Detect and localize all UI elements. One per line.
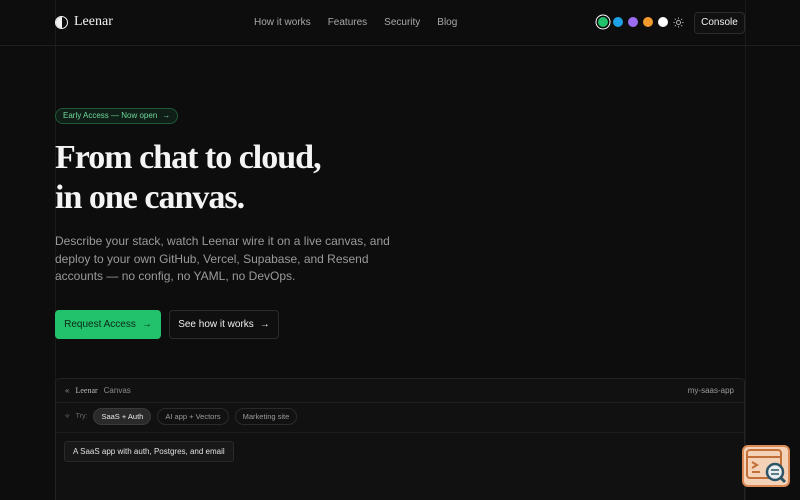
try-label: Try: (75, 413, 88, 420)
hero-subtitle: Describe your stack, watch Leenar wire i… (55, 234, 390, 283)
hero-title-line1: From chat to cloud, (55, 139, 322, 176)
arrow-right-icon: → (162, 111, 171, 120)
badge-text: Early Access — Now open (63, 111, 158, 120)
theme-dot-purple[interactable] (628, 17, 638, 27)
project-name: my-saas-app (687, 386, 734, 395)
chip-saas-auth[interactable]: SaaS + Auth (93, 408, 152, 425)
nav-item-security[interactable]: Security (384, 17, 420, 28)
brand-logo[interactable]: Leenar (55, 14, 113, 30)
panel-label: Canvas (103, 386, 131, 395)
hero-title: From chat to cloud, in one canvas. (55, 138, 455, 218)
theme-color-picker (598, 17, 668, 27)
console-button[interactable]: Console (694, 12, 745, 34)
theme-dot-orange[interactable] (643, 17, 653, 27)
brand-name: Leenar (74, 14, 113, 29)
main-nav: How it works Features Security Blog (254, 17, 457, 28)
nav-item-how-it-works[interactable]: How it works (254, 17, 311, 28)
canvas-panel-header: « Leenar Canvas my-saas-app (56, 379, 744, 403)
half-circle-logo-icon (55, 15, 68, 29)
request-access-label: Request Access (64, 319, 136, 330)
hero-title-line2: in one canvas. (55, 179, 245, 216)
sparkle-icon: ⟡ (65, 412, 70, 420)
theme-dot-white[interactable] (658, 17, 668, 27)
panel-brand: Leenar (75, 386, 98, 395)
request-access-button[interactable]: Request Access → (55, 310, 161, 339)
prompt-message: A SaaS app with auth, Postgres, and emai… (64, 441, 234, 462)
sun-icon[interactable] (673, 17, 684, 28)
early-access-badge[interactable]: Early Access — Now open → (55, 108, 179, 124)
see-how-it-works-button[interactable]: See how it works → (169, 310, 279, 339)
see-how-label: See how it works (178, 319, 254, 330)
floating-assistant-widget[interactable] (742, 445, 790, 487)
chip-ai-app-vectors[interactable]: AI app + Vectors (157, 408, 229, 425)
panel-divider (56, 432, 744, 433)
theme-dot-green[interactable] (598, 17, 608, 27)
nav-item-features[interactable]: Features (328, 17, 367, 28)
canvas-preview-panel: « Leenar Canvas my-saas-app ⟡ Try: SaaS … (55, 378, 745, 500)
try-suggestions: ⟡ Try: SaaS + Auth AI app + Vectors Mark… (65, 408, 298, 425)
arrow-right-icon: → (141, 319, 152, 330)
chevron-left-icon[interactable]: « (65, 386, 69, 395)
arrow-right-icon: → (259, 319, 270, 330)
top-navigation: Leenar How it works Features Security Bl… (0, 0, 800, 46)
theme-dot-blue[interactable] (613, 17, 623, 27)
nav-item-blog[interactable]: Blog (437, 17, 457, 28)
chip-marketing-site[interactable]: Marketing site (234, 408, 298, 425)
terminal-search-icon (746, 449, 787, 484)
